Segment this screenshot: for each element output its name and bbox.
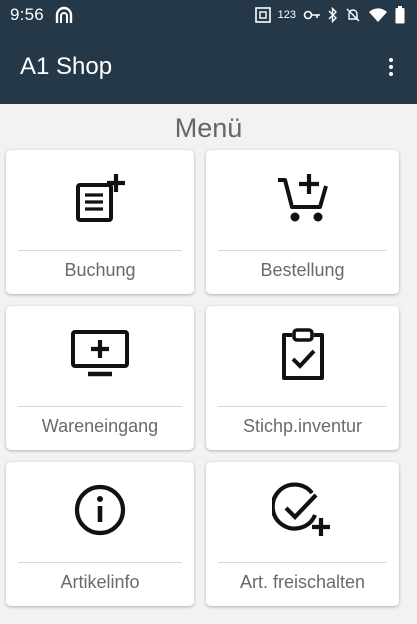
tile-buchung[interactable]: Buchung	[6, 150, 194, 294]
info-icon	[73, 483, 127, 542]
clipboard-check-icon	[277, 326, 329, 387]
app-arch-icon	[54, 5, 74, 25]
tile-artikelinfo[interactable]: Artikelinfo	[6, 462, 194, 606]
mute-icon	[345, 7, 361, 23]
tile-wareneingang[interactable]: Wareneingang	[6, 306, 194, 450]
monitor-add-icon	[70, 328, 130, 385]
note-add-icon	[74, 172, 126, 229]
tile-label: Artikelinfo	[60, 572, 140, 592]
tile-label: Stichp.inventur	[242, 416, 363, 436]
tile-stichp-inventur[interactable]: Stichp.inventur	[206, 306, 399, 450]
more-vert-icon[interactable]	[381, 52, 401, 82]
cart-add-icon	[275, 170, 331, 231]
tile-art-freischalten[interactable]: Art. freischalten	[206, 462, 399, 606]
tile-bestellung[interactable]: Bestellung	[206, 150, 399, 294]
tile-label: Bestellung	[260, 260, 345, 280]
key-icon	[303, 9, 321, 21]
tile-label: Wareneingang	[41, 416, 159, 436]
menu-grid: Buchung Bestellung Wareneingang Stichp.i…	[0, 150, 417, 606]
tile-label: Art. freischalten	[239, 572, 366, 592]
bluetooth-icon	[328, 7, 338, 23]
battery-icon	[395, 6, 405, 24]
status-time: 9:56	[10, 5, 44, 24]
page-title: Menü	[174, 113, 243, 143]
app-title: A1 Shop	[20, 53, 113, 80]
numeric-123-icon: 123	[277, 9, 296, 21]
wifi-icon: 5	[368, 7, 388, 23]
nfc-icon	[254, 7, 271, 23]
app-bar: A1 Shop	[0, 30, 417, 104]
check-add-icon	[270, 481, 334, 543]
tile-label: Buchung	[64, 260, 136, 280]
svg-text:5: 5	[382, 17, 386, 23]
status-bar: 9:56 123 5	[0, 0, 417, 30]
